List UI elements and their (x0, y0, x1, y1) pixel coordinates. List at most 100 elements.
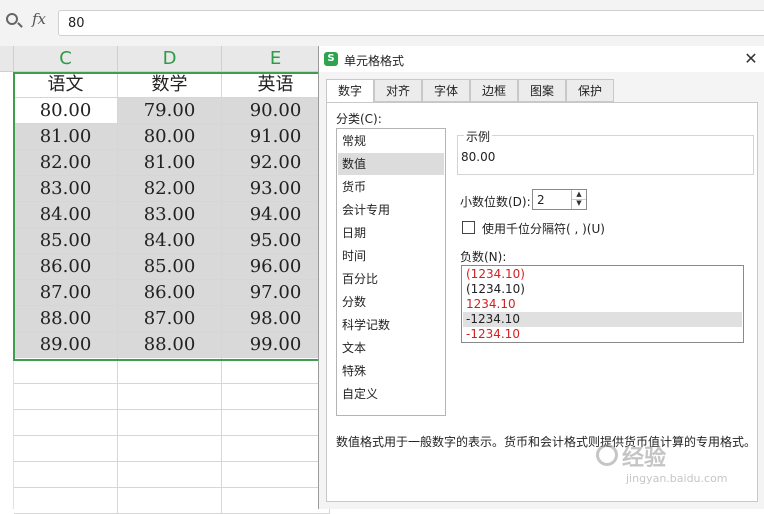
row-header-divider (13, 72, 14, 509)
column-header-prev (0, 46, 14, 72)
empty-cell[interactable] (118, 358, 222, 384)
tab-pattern[interactable]: 图案 (518, 79, 566, 102)
empty-cell[interactable] (14, 410, 118, 436)
chevron-down-icon[interactable]: ▼ (572, 199, 586, 208)
data-cell[interactable]: 85.00 (118, 254, 222, 280)
empty-cell[interactable] (222, 410, 330, 436)
empty-cell[interactable] (118, 462, 222, 488)
data-cell[interactable]: 89.00 (14, 332, 118, 358)
category-item[interactable]: 自定义 (338, 383, 444, 405)
data-cell[interactable]: 83.00 (14, 176, 118, 202)
empty-cell[interactable] (14, 436, 118, 462)
tab-font[interactable]: 字体 (422, 79, 470, 102)
empty-cell[interactable] (14, 358, 118, 384)
thousands-separator-checkbox[interactable] (462, 221, 475, 234)
data-cell[interactable]: 87.00 (118, 306, 222, 332)
data-cell[interactable]: 99.00 (222, 332, 330, 358)
negative-format-option[interactable]: 1234.10 (463, 297, 742, 312)
decimal-places-stepper[interactable]: 2 ▲ ▼ (532, 189, 587, 210)
dialog-titlebar: S 单元格格式 ✕ (319, 46, 764, 72)
data-cell[interactable]: 84.00 (14, 202, 118, 228)
data-cell[interactable]: 81.00 (118, 150, 222, 176)
data-cell[interactable]: 97.00 (222, 280, 330, 306)
zoom-icon[interactable] (6, 13, 18, 25)
header-cell[interactable]: 语文 (14, 72, 118, 98)
category-list[interactable]: 常规 数值 货币 会计专用 日期 时间 百分比 分数 科学记数 文本 特殊 自定义 (336, 128, 446, 416)
data-cell[interactable]: 87.00 (14, 280, 118, 306)
negative-format-option[interactable]: (1234.10) (463, 267, 742, 282)
data-cell[interactable]: 88.00 (14, 306, 118, 332)
data-cell[interactable]: 83.00 (118, 202, 222, 228)
decimal-places-label: 小数位数(D): (460, 195, 531, 209)
data-cell[interactable]: 82.00 (14, 150, 118, 176)
column-header-e[interactable]: E (222, 46, 330, 72)
data-cell[interactable]: 93.00 (222, 176, 330, 202)
fx-label[interactable]: fx (32, 10, 46, 28)
empty-cell[interactable] (14, 462, 118, 488)
empty-cell[interactable] (118, 384, 222, 410)
category-item[interactable]: 百分比 (338, 268, 444, 290)
empty-cell[interactable] (222, 462, 330, 488)
data-cell[interactable]: 82.00 (118, 176, 222, 202)
dialog-title: 单元格格式 (344, 54, 405, 68)
empty-cell[interactable] (222, 436, 330, 462)
data-cell[interactable]: 92.00 (222, 150, 330, 176)
tab-protection[interactable]: 保护 (566, 79, 614, 102)
data-cell[interactable]: 94.00 (222, 202, 330, 228)
data-cell[interactable]: 88.00 (118, 332, 222, 358)
empty-cell[interactable] (14, 384, 118, 410)
data-cell[interactable]: 91.00 (222, 124, 330, 150)
empty-cell[interactable] (118, 436, 222, 462)
data-cell[interactable]: 95.00 (222, 228, 330, 254)
sample-label: 示例 (464, 128, 493, 145)
data-cell[interactable]: 86.00 (14, 254, 118, 280)
empty-cell[interactable] (118, 410, 222, 436)
data-cell[interactable]: 86.00 (118, 280, 222, 306)
data-cell[interactable]: 81.00 (14, 124, 118, 150)
tab-alignment[interactable]: 对齐 (374, 79, 422, 102)
category-label: 分类(C): (336, 112, 382, 126)
tab-border[interactable]: 边框 (470, 79, 518, 102)
data-cell[interactable]: 96.00 (222, 254, 330, 280)
column-header-d[interactable]: D (118, 46, 222, 72)
data-cell[interactable]: 84.00 (118, 228, 222, 254)
formula-input[interactable]: 80 (58, 10, 764, 36)
empty-cell[interactable] (222, 358, 330, 384)
category-item[interactable]: 文本 (338, 337, 444, 359)
header-cell[interactable]: 数学 (118, 72, 222, 98)
category-item[interactable]: 数值 (338, 153, 444, 175)
category-item[interactable]: 分数 (338, 291, 444, 313)
format-cells-dialog: S 单元格格式 ✕ 数字 对齐 字体 边框 图案 保护 分类(C): 常规 数值货… (318, 46, 764, 509)
close-icon[interactable]: ✕ (740, 48, 762, 70)
category-item[interactable]: 特殊 (338, 360, 444, 382)
tab-number[interactable]: 数字 (326, 79, 374, 104)
number-tab-panel: 分类(C): 常规 数值 货币 会计专用 日期 时间 百分比 分数 科学记数 文本 特殊 自定义 示例… (326, 102, 758, 502)
empty-cell[interactable] (118, 488, 222, 514)
category-item[interactable]: 时间 (338, 245, 444, 267)
data-cell[interactable]: 79.00 (118, 98, 222, 124)
header-cell[interactable]: 英语 (222, 72, 330, 98)
category-item[interactable]: 常规 (338, 130, 444, 152)
sample-group: 示例 80.00 (457, 128, 754, 175)
empty-cell[interactable] (222, 488, 330, 514)
negative-numbers-list[interactable]: (1234.10) (1234.10) 1234.10 -1234.10 -1234.1… (461, 265, 744, 343)
decimal-places-value[interactable]: 2 (537, 193, 545, 207)
category-item[interactable]: 日期 (338, 222, 444, 244)
empty-cell[interactable] (222, 384, 330, 410)
negative-format-option[interactable]: -1234.10 (463, 312, 742, 327)
category-item[interactable]: 科学记数 (338, 314, 444, 336)
category-item[interactable]: 货币 (338, 176, 444, 198)
category-item[interactable]: 会计专用 (338, 199, 444, 221)
data-cell[interactable]: 90.00 (222, 98, 330, 124)
data-cell[interactable]: 80.00 (14, 98, 118, 124)
formula-bar: fx 80 (0, 0, 764, 47)
negative-format-option[interactable]: -1234.10 (463, 327, 742, 342)
column-header-c[interactable]: C (14, 46, 118, 72)
spreadsheet: C D E 语文 数学 英语 80.00 79.00 90.00 81.00 80.00 91.… (0, 46, 333, 514)
format-description: 数值格式用于一般数字的表示。货币和会计格式则提供货币值计算的专用格式。 (336, 435, 757, 449)
data-cell[interactable]: 85.00 (14, 228, 118, 254)
data-cell[interactable]: 80.00 (118, 124, 222, 150)
empty-cell[interactable] (14, 488, 118, 514)
data-cell[interactable]: 98.00 (222, 306, 330, 332)
negative-format-option[interactable]: (1234.10) (463, 282, 742, 297)
